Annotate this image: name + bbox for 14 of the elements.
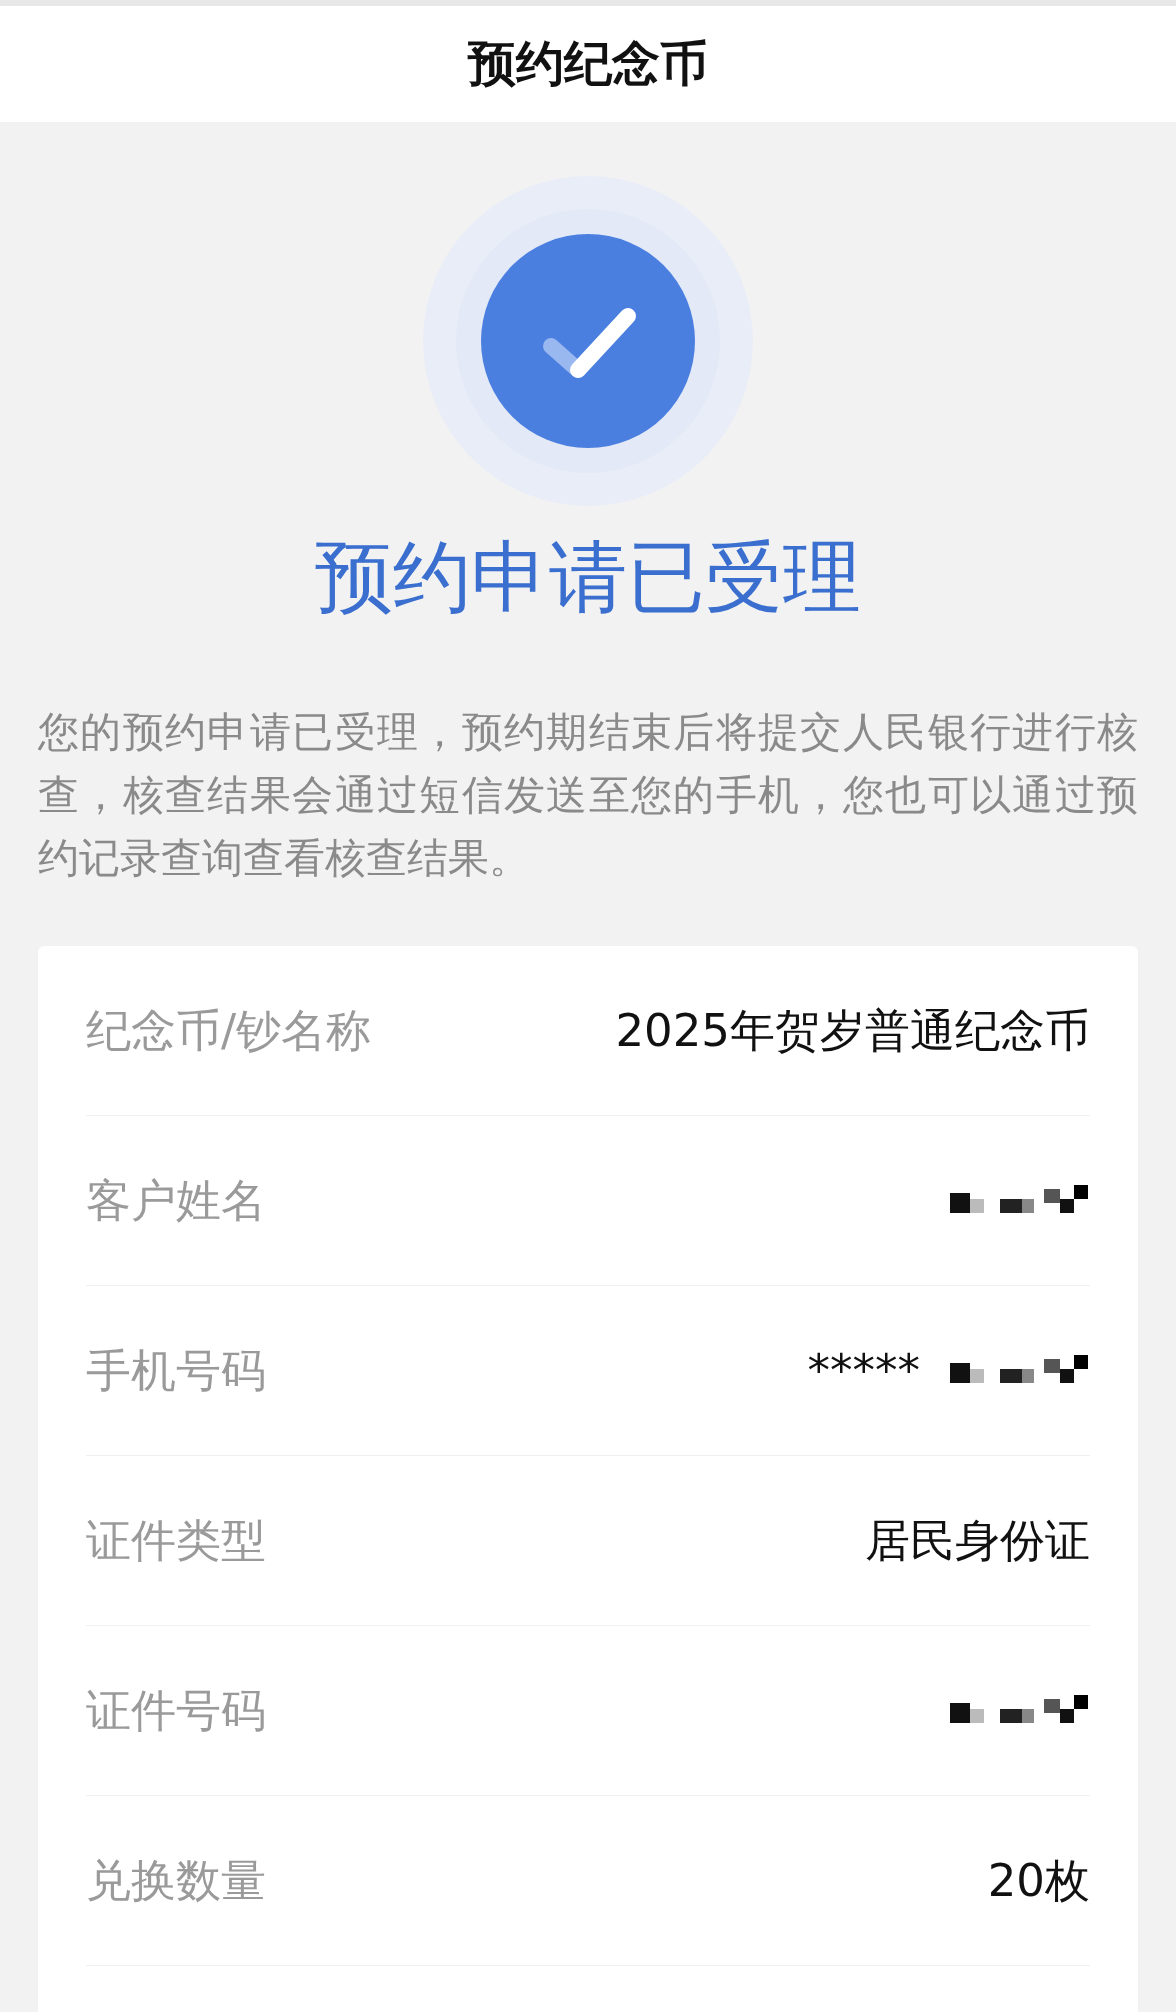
check-circle-icon [423,176,753,506]
field-label: 纪念币/钞名称 [86,1002,372,1059]
status-message: 您的预约申请已受理，预约期结束后将提交人民银行进行核查，核查结果会通过短信发送至您的手机，您也可以通过预约记录查询查看核查结果。 [38,707,1138,884]
field-label: 手机号码 [86,1342,266,1399]
status-heading: 预约申请已受理 [314,531,862,624]
field-label: 兑换数量 [86,1852,266,1909]
field-value: 2025年贺岁普通纪念币 [615,1002,1090,1059]
field-label: 客户姓名 [86,1172,266,1229]
field-label: 证件号码 [86,1682,266,1739]
field-value: 居民身份证 [865,1512,1090,1569]
field-value: ***** [807,1344,920,1397]
field-label: 证件类型 [86,1512,266,1569]
page-title: 预约纪念币 [468,34,708,93]
field-value: 20枚 [987,1852,1090,1909]
